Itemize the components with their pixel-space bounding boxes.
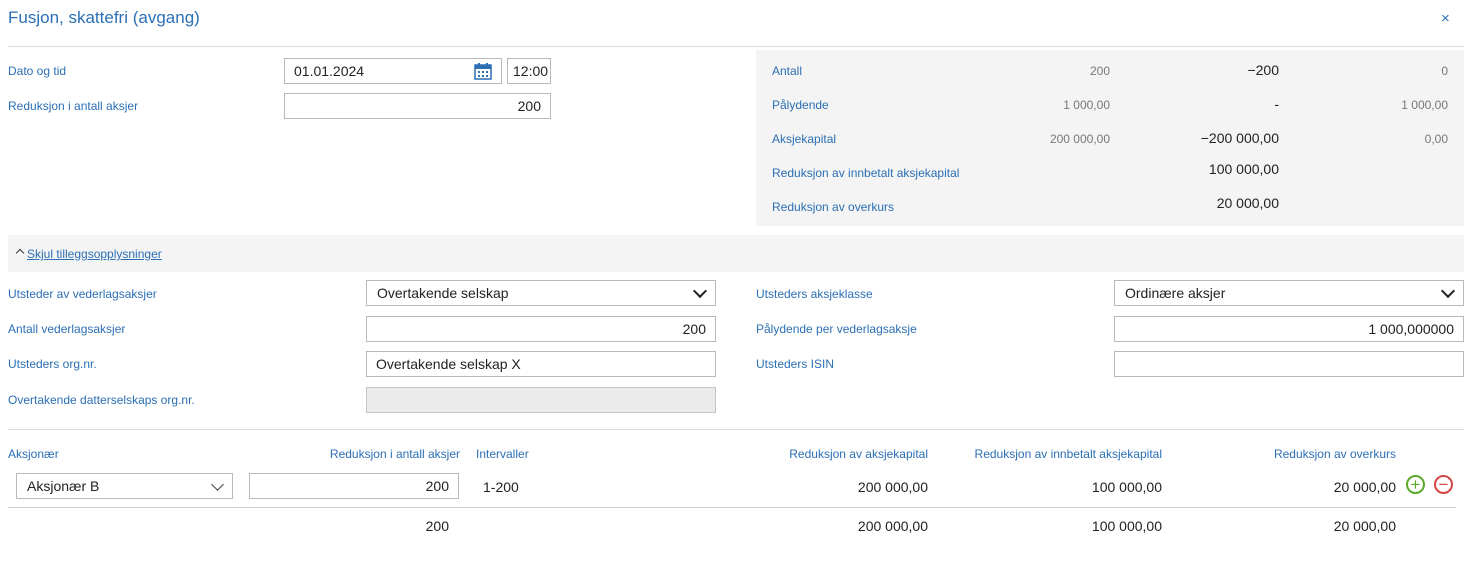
total-reduction: 200: [425, 518, 449, 534]
summary-par-before: 1 000,00: [1063, 98, 1110, 112]
summary-count-after: 0: [1441, 64, 1448, 78]
close-icon[interactable]: ×: [1441, 10, 1450, 27]
summary-label-paid-in: Reduksjon av innbetalt aksjekapital: [772, 166, 960, 180]
hide-additional-info-link[interactable]: Skjul tilleggsopplysninger: [27, 247, 162, 261]
summary-count-before: 200: [1089, 64, 1110, 78]
summary-label-count: Antall: [772, 64, 803, 78]
total-capital: 200 000,00: [857, 518, 928, 534]
issuer-isin-input[interactable]: [1114, 351, 1464, 377]
calendar-icon[interactable]: [474, 62, 492, 80]
total-premium: 20 000,00: [1333, 518, 1396, 534]
subsidiary-org-label: Overtakende datterselskaps org.nr.: [8, 393, 195, 407]
col-header-reduction: Reduksjon i antall aksjer: [329, 447, 460, 461]
col-header-intervals: Intervaller: [476, 447, 529, 461]
summary-label-capital: Aksjekapital: [772, 132, 837, 146]
col-header-premium: Reduksjon av overkurs: [1273, 447, 1396, 461]
row-premium: 20 000,00: [1333, 479, 1396, 495]
par-per-share-input[interactable]: 1 000,000000: [1114, 316, 1464, 342]
row-paid-in: 100 000,00: [1091, 479, 1162, 495]
additional-info-bar: [8, 235, 1464, 272]
col-header-paid-in: Reduksjon av innbetalt aksjekapital: [974, 447, 1162, 461]
share-class-select[interactable]: Ordinære aksjer: [1114, 280, 1464, 306]
share-class-select-value: Ordinære aksjer: [1125, 285, 1226, 301]
summary-label-premium: Reduksjon av overkurs: [772, 200, 895, 214]
col-header-shareholder: Aksjonær: [8, 447, 59, 461]
issuer-isin-label: Utsteders ISIN: [756, 357, 835, 371]
summary-par-after: 1 000,00: [1401, 98, 1448, 112]
date-value: 01.01.2024: [294, 63, 365, 79]
par-per-share-label: Pålydende per vederlagsaksje: [756, 322, 917, 336]
consideration-count-label: Antall vederlagsaksjer: [8, 322, 126, 336]
totals-divider: [8, 507, 1456, 508]
consideration-count-input[interactable]: 200: [366, 316, 716, 342]
summary-premium-change: 20 000,00: [1216, 195, 1279, 211]
row-reduction-input[interactable]: 200: [249, 473, 459, 499]
summary-capital-change: −200 000,00: [1200, 130, 1279, 146]
date-input[interactable]: 01.01.2024: [284, 58, 502, 84]
row-capital: 200 000,00: [857, 479, 928, 495]
shareholder-select-value: Aksjonær B: [27, 478, 100, 494]
reduction-shares-label: Reduksjon i antall aksjer: [8, 99, 139, 113]
summary-label-par: Pålydende: [772, 98, 829, 112]
date-time-label: Dato og tid: [8, 64, 67, 78]
header-divider: [8, 46, 1464, 47]
issuer-org-input[interactable]: Overtakende selskap X: [366, 351, 716, 377]
row-intervals: 1-200: [483, 479, 519, 495]
subsidiary-org-input: [366, 387, 716, 413]
add-row-icon[interactable]: +: [1406, 475, 1425, 494]
dialog-title: Fusjon, skattefri (avgang): [8, 8, 200, 27]
summary-capital-after: 0,00: [1424, 132, 1448, 146]
share-class-label: Utsteders aksjeklasse: [756, 287, 873, 301]
issuer-label: Utsteder av vederlagsaksjer: [8, 287, 157, 301]
section-divider: [8, 429, 1464, 430]
total-paid-in: 100 000,00: [1091, 518, 1162, 534]
summary-paid-in-change: 100 000,00: [1208, 161, 1279, 177]
issuer-select[interactable]: Overtakende selskap: [366, 280, 716, 306]
chevron-down-icon: [1440, 283, 1456, 299]
shareholder-select[interactable]: Aksjonær B: [16, 473, 233, 499]
issuer-org-label: Utsteders org.nr.: [8, 357, 97, 371]
reduction-shares-input[interactable]: 200: [284, 93, 551, 119]
summary-par-change: -: [1274, 96, 1279, 112]
chevron-down-icon: [692, 283, 708, 299]
col-header-capital: Reduksjon av aksjekapital: [789, 447, 928, 461]
remove-row-icon[interactable]: −: [1434, 475, 1453, 494]
summary-count-change: −200: [1247, 62, 1279, 78]
summary-capital-before: 200 000,00: [1049, 132, 1110, 146]
time-input[interactable]: 12:00: [507, 58, 551, 84]
issuer-select-value: Overtakende selskap: [377, 285, 509, 301]
chevron-down-icon: [211, 477, 224, 491]
